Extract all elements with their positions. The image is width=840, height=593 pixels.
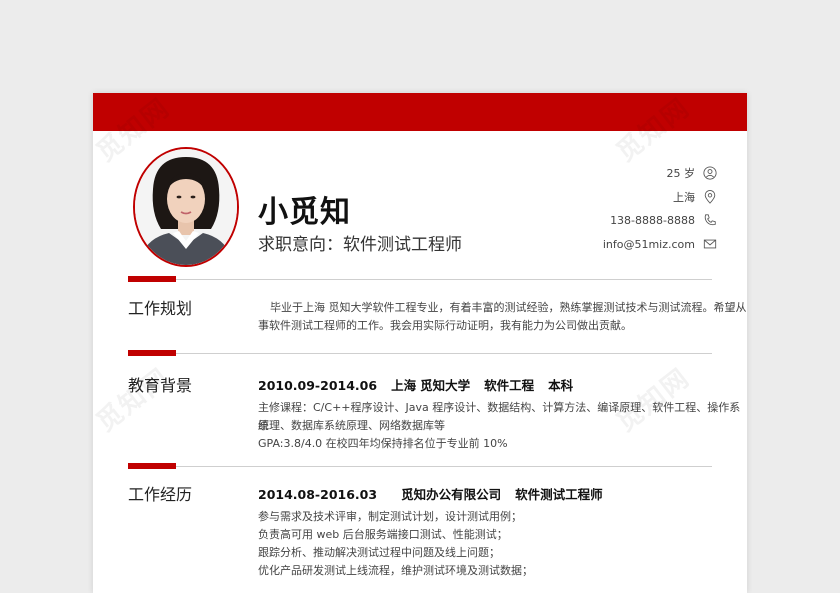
section-title-plan: 工作规划 (128, 299, 193, 318)
contact-age: 25 岁 (667, 165, 718, 181)
experience-item-2: 负责高可用 web 后台服务端接口测试、性能测试； (258, 528, 508, 541)
experience-item-4: 优化产品研发测试上线流程，维护测试环境及测试数据； (258, 564, 533, 577)
experience-period: 2014.08-2016.03 (258, 487, 378, 502)
education-period: 2010.09-2014.06 (258, 378, 378, 393)
resume-page: 小觅知 求职意向：软件测试工程师 25 岁 上海 138-8888-8888 i… (93, 93, 747, 593)
education-school: 觅知大学 (420, 378, 471, 393)
section-divider-education (128, 350, 712, 356)
experience-item-1: 参与需求及技术评审，制定测试计划，设计测试用例； (258, 510, 522, 523)
section-divider-plan (128, 276, 712, 282)
avatar (133, 147, 239, 267)
contact-location: 上海 (673, 189, 717, 205)
education-city: 上海 (391, 378, 417, 393)
education-courses-line-2: 原理、数据库系统原理、网络数据库等 (258, 419, 445, 432)
plan-text-line-1: 毕业于上海 觅知大学软件工程专业，有着丰富的测试经验，熟练掌握测试技术与测试流程… (270, 301, 747, 314)
experience-role: 软件测试工程师 (515, 487, 603, 502)
age-text: 25 岁 (666, 167, 696, 180)
education-summary: 2010.09-2014.06 上海 觅知大学 软件工程 本科 (258, 375, 587, 394)
phone-icon (704, 214, 716, 226)
job-intent: 求职意向：软件测试工程师 (258, 235, 462, 255)
divider-accent (128, 350, 176, 356)
phone-text: 138-8888-8888 (610, 213, 695, 227)
experience-company: 觅知办公有限公司 (401, 487, 502, 502)
experience-item-3: 跟踪分析、推动解决测试过程中问题及线上问题； (258, 546, 500, 559)
mail-icon (703, 239, 717, 249)
divider-accent (128, 463, 176, 469)
contact-phone: 138-8888-8888 (610, 213, 717, 227)
experience-summary: 2014.08-2016.03 觅知办公有限公司 软件测试工程师 (258, 484, 617, 503)
section-title-experience: 工作经历 (128, 485, 193, 504)
section-divider-experience (128, 463, 712, 469)
education-degree: 本科 (548, 378, 574, 393)
contact-email: info@51miz.com (603, 237, 717, 251)
divider-accent (128, 276, 176, 282)
plan-text-line-2: 事软件测试工程师的工作。我会用实际行动证明，我有能力为公司做出贡献。 (258, 319, 632, 332)
person-icon (703, 166, 717, 180)
candidate-name: 小觅知 (258, 195, 351, 230)
email-text[interactable]: info@51miz.com (603, 238, 695, 251)
location-icon (704, 190, 716, 204)
education-gpa: GPA:3.8/4.0 在校四年均保持排名位于专业前 10% (258, 437, 508, 450)
avatar-portrait (135, 149, 237, 265)
location-text: 上海 (673, 191, 695, 204)
education-major: 软件工程 (484, 378, 535, 393)
